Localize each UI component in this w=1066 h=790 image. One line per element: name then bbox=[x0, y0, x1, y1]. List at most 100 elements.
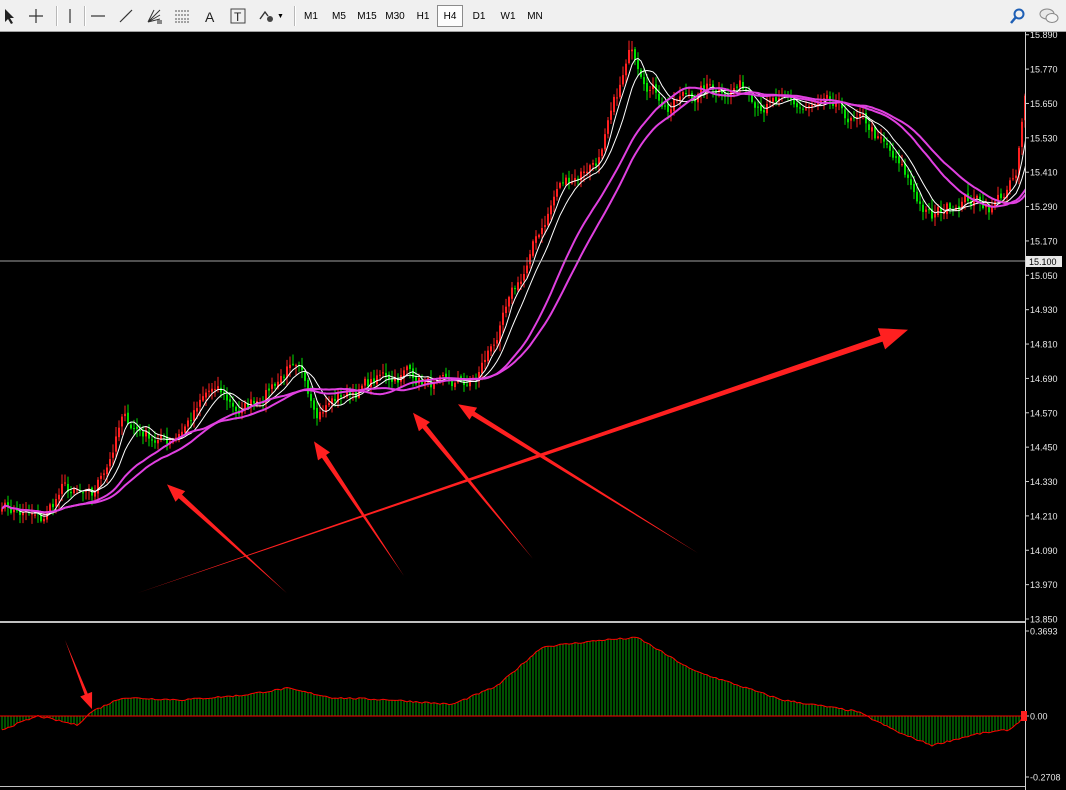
candle-body bbox=[889, 145, 891, 151]
timeframe-w1[interactable]: W1 bbox=[495, 5, 521, 27]
candle-body bbox=[211, 388, 213, 392]
candle-body bbox=[547, 213, 549, 225]
candle-body bbox=[883, 138, 885, 142]
text-label-icon: T bbox=[230, 8, 246, 24]
candle-body bbox=[58, 494, 60, 500]
candle-body bbox=[532, 241, 534, 256]
crosshair-button[interactable] bbox=[26, 5, 46, 27]
candle-body bbox=[13, 509, 15, 513]
svg-text:A: A bbox=[205, 9, 215, 25]
timeframe-m1[interactable]: M1 bbox=[298, 5, 324, 27]
candle-body bbox=[10, 508, 12, 513]
candle-body bbox=[898, 156, 900, 164]
price-label: 14.690 bbox=[1030, 374, 1058, 384]
candle-body bbox=[667, 104, 669, 112]
candle-body bbox=[193, 410, 195, 421]
candle-body bbox=[607, 120, 609, 134]
search-button[interactable] bbox=[1009, 5, 1027, 27]
candle-body bbox=[379, 374, 381, 376]
cursor-arrow-button[interactable] bbox=[0, 5, 20, 27]
candle-body bbox=[376, 375, 378, 385]
candle-body bbox=[466, 384, 468, 386]
candle-body bbox=[895, 156, 897, 158]
chart-area[interactable]: 15.890 15.770 15.650 15.530 15.410 15.290 15.1… bbox=[0, 32, 1066, 790]
text-tool-button[interactable]: A bbox=[200, 5, 220, 27]
chat-button[interactable] bbox=[1036, 5, 1062, 27]
candle-body bbox=[541, 228, 543, 235]
price-label: 14.930 bbox=[1030, 305, 1058, 315]
candle-body bbox=[445, 373, 447, 377]
candle-body bbox=[505, 306, 507, 314]
text-label-button[interactable]: T bbox=[228, 5, 248, 27]
candle-body bbox=[280, 375, 282, 383]
candle-body bbox=[625, 63, 627, 76]
candle-body bbox=[796, 103, 798, 108]
candle-body bbox=[562, 182, 564, 184]
candle-body bbox=[190, 420, 192, 422]
candle-body bbox=[232, 402, 234, 407]
candle-body bbox=[544, 225, 546, 227]
vertical-line-button[interactable] bbox=[60, 5, 80, 27]
candle-body bbox=[1000, 193, 1002, 199]
candle-body bbox=[886, 143, 888, 145]
fibonacci-button[interactable] bbox=[172, 5, 192, 27]
candle-body bbox=[811, 105, 813, 107]
vertical-line-icon bbox=[69, 9, 71, 23]
timeframe-h1[interactable]: H1 bbox=[410, 5, 436, 27]
candle-body bbox=[1003, 196, 1005, 199]
candle-body bbox=[934, 213, 936, 218]
candle-body bbox=[157, 440, 159, 444]
candle-body bbox=[976, 195, 978, 198]
candle-body bbox=[481, 362, 483, 374]
candle-body bbox=[646, 82, 648, 92]
trendline-button[interactable] bbox=[116, 5, 136, 27]
candle-body bbox=[52, 503, 54, 508]
candle-body bbox=[217, 386, 219, 389]
timeframe-m5[interactable]: M5 bbox=[326, 5, 352, 27]
candle-body bbox=[274, 383, 276, 386]
price-label: 15.650 bbox=[1030, 99, 1058, 109]
candle-body bbox=[82, 492, 84, 494]
candle-body bbox=[115, 436, 117, 452]
candle-body bbox=[304, 371, 306, 381]
crosshair-icon bbox=[29, 9, 43, 23]
candle-body bbox=[511, 287, 513, 299]
gann-fan-button[interactable] bbox=[144, 5, 164, 27]
candle-body bbox=[310, 394, 312, 401]
candle-body bbox=[859, 113, 861, 117]
candle-body bbox=[196, 408, 198, 412]
candle-body bbox=[208, 390, 210, 392]
candle-body bbox=[679, 96, 681, 101]
timeframe-m15[interactable]: M15 bbox=[354, 5, 380, 27]
candle-body bbox=[355, 392, 357, 399]
candle-body bbox=[73, 488, 75, 494]
timeframe-m30[interactable]: M30 bbox=[382, 5, 408, 27]
horizontal-line-button[interactable] bbox=[88, 5, 108, 27]
candle-body bbox=[937, 207, 939, 216]
candle-body bbox=[526, 265, 528, 274]
candle-body bbox=[847, 118, 849, 123]
candle-body bbox=[100, 475, 102, 479]
candle-body bbox=[907, 174, 909, 178]
candle-body bbox=[520, 281, 522, 284]
indicator-value-marker bbox=[1021, 711, 1027, 721]
candle-body bbox=[118, 427, 120, 438]
candle-body bbox=[223, 391, 225, 393]
timeframe-h4[interactable]: H4 bbox=[437, 5, 463, 27]
candle-body bbox=[124, 413, 126, 417]
candle-body bbox=[772, 97, 774, 102]
candle-body bbox=[517, 282, 519, 291]
candle-body bbox=[601, 149, 603, 156]
gann-fan-icon bbox=[147, 9, 162, 24]
candle-body bbox=[295, 365, 297, 367]
timeframe-d1[interactable]: D1 bbox=[466, 5, 492, 27]
candle-body bbox=[316, 407, 318, 419]
timeframe-mn[interactable]: MN bbox=[522, 5, 548, 27]
candle-body bbox=[643, 77, 645, 85]
candle-body bbox=[925, 209, 927, 212]
candle-body bbox=[631, 49, 633, 52]
candle-body bbox=[22, 512, 24, 516]
candle-body bbox=[382, 372, 384, 374]
shapes-dropdown-button[interactable]: ▼ bbox=[258, 5, 284, 27]
candle-body bbox=[34, 514, 36, 516]
